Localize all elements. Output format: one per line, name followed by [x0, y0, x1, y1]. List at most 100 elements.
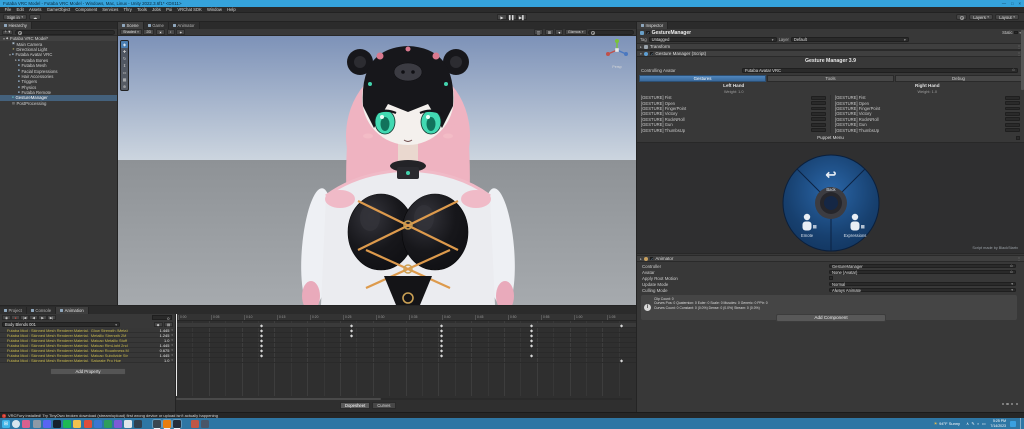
keyframe-diamond[interactable]: ◆	[440, 343, 443, 348]
object-picker-icon[interactable]: ⊙	[1012, 68, 1015, 72]
scene-search-input[interactable]	[588, 29, 634, 35]
toggle-dopesheet[interactable]: Dopesheet	[340, 402, 371, 409]
pinned-app-8-icon[interactable]	[93, 419, 102, 428]
keyframe-diamond[interactable]: ◆	[530, 353, 533, 358]
tab-game[interactable]: Game	[143, 22, 169, 29]
signin-button[interactable]: Sign in ▾	[3, 13, 28, 21]
chevron-down-icon[interactable]: ▾	[171, 333, 173, 337]
tray-pen-icon[interactable]: ✎	[971, 421, 974, 426]
toggle-curves[interactable]: Curves	[372, 402, 396, 409]
keyframe-diamond[interactable]: ◆	[260, 323, 263, 328]
running-app-blender-icon[interactable]	[162, 419, 171, 429]
chevron-down-icon[interactable]: ▾	[171, 348, 173, 352]
start[interactable]: ⊞	[2, 419, 10, 428]
keyframe-diamond[interactable]: ◆	[440, 328, 443, 333]
puppet-option-back[interactable]: Back	[826, 187, 836, 192]
cloud-button[interactable]: ☁	[29, 13, 42, 21]
gesture-edit-button[interactable]	[811, 101, 826, 105]
pinned-app-3-icon[interactable]	[42, 419, 51, 428]
pinned-app-11-icon[interactable]	[124, 419, 133, 428]
lighting-toggle-icon[interactable]: ☀	[155, 29, 166, 35]
property-row[interactable]: Futaba Mod : Skinned Mesh Renderer.Mater…	[0, 358, 175, 363]
tab-hierarchy[interactable]: Hierarchy	[0, 22, 32, 29]
search-icon[interactable]	[12, 419, 21, 428]
running-app-unity-icon[interactable]	[152, 419, 161, 429]
preview-button[interactable]: ◉	[2, 314, 11, 321]
toggle-2d[interactable]: 2D	[143, 29, 155, 35]
pinned-app-12-icon[interactable]	[134, 419, 143, 428]
keyframe-diamond[interactable]: ◆	[350, 328, 353, 333]
apply-root-motion-checkbox[interactable]	[829, 276, 833, 280]
menu-edit[interactable]: Edit	[14, 7, 26, 12]
keyframe-diamond[interactable]: ◆	[260, 338, 263, 343]
gizmos-dropdown[interactable]: Gizmos ▾	[564, 29, 587, 35]
animator-component-header[interactable]: ▸ ✓ Animator ⋮	[637, 255, 1024, 262]
rotate-tool[interactable]: ↻	[121, 55, 128, 62]
puppet-radial-menu[interactable]: ↩ Back Emote Expressions	[637, 143, 1024, 255]
keyframe-diamond[interactable]: ◆	[440, 348, 443, 353]
tag-dropdown[interactable]: Untagged ▾	[648, 37, 777, 42]
play-button[interactable]: ▶	[497, 13, 507, 21]
tab-animation[interactable]: Animation	[56, 307, 89, 314]
keyframe-diamond[interactable]: ◆	[530, 323, 533, 328]
transform-component-header[interactable]: ▸ Transform ⋮	[637, 43, 1024, 50]
gesture-edit-button[interactable]	[1005, 95, 1020, 100]
pinned-app-6-icon[interactable]	[73, 419, 82, 428]
pause-button[interactable]: ▌▌	[507, 13, 517, 21]
keyframe-diamond[interactable]: ◆	[440, 353, 443, 358]
gesture-edit-button[interactable]	[1005, 122, 1020, 127]
hierarchy-item-postprocessing[interactable]: ▥ PostProcessing	[0, 101, 117, 106]
frame-number-field[interactable]: 0	[152, 315, 172, 321]
shading-mode-dropdown[interactable]: Shaded ▾	[120, 29, 142, 35]
menu-component[interactable]: Component	[73, 7, 100, 12]
object-picker-icon[interactable]: ⊙	[1010, 264, 1013, 268]
component-enabled-checkbox[interactable]: ✓	[649, 256, 653, 261]
chevron-down-icon[interactable]: ▾	[1011, 282, 1013, 286]
chevron-down-icon[interactable]: ▾	[171, 328, 173, 332]
dopesheet-grid[interactable]: ◆ ◆ ◆ ◆ ◆ ◆ ◆ ◆ ◆ ◆ ◆ ◆ ◆ ◆ ◆ ◆ ◆ ◆ ◆ ◆ ◆ ◆ ◆ ◆ ◆	[176, 321, 636, 396]
foldout-icon[interactable]: ▸	[640, 45, 642, 49]
hierarchy-search-input[interactable]	[15, 29, 115, 35]
inspector-scrollbar[interactable]	[1021, 30, 1024, 90]
gm-tab-gestures[interactable]: Gestures	[639, 75, 766, 82]
gm-tab-debug[interactable]: Debug	[895, 75, 1022, 82]
notifications-icon[interactable]	[1010, 420, 1016, 427]
scene-viewport[interactable]: ◈ ✚ ↻ ⇕ ▭ ▦ ⊕ Persp	[118, 36, 636, 305]
pinned-app-1-icon[interactable]	[22, 419, 31, 428]
tab-project[interactable]: Project	[0, 307, 27, 314]
menu-jobs[interactable]: Jobs	[149, 7, 163, 12]
weather-widget[interactable]: ☀ 94°F Sunny	[934, 421, 961, 427]
layer-dropdown[interactable]: Default ▾	[790, 37, 909, 42]
chevron-down-icon[interactable]: ▾	[171, 353, 173, 357]
step-button[interactable]: ▶▌	[517, 13, 527, 21]
pinned-app-5-icon[interactable]	[63, 419, 72, 428]
menu-tools[interactable]: Tools	[134, 7, 149, 12]
create-object-button[interactable]: + ▾	[2, 29, 13, 35]
gesture-manager-component-header[interactable]: ▾ ✓ Gesture Manager (Script) ⋮	[637, 50, 1024, 57]
gameobject-name[interactable]: GestureManager	[652, 30, 691, 36]
extra-app-1-icon[interactable]	[191, 419, 200, 428]
add-property-button[interactable]: Add Property	[50, 368, 126, 375]
layers-dropdown[interactable]: Layers ▾	[969, 13, 994, 21]
gesture-edit-button[interactable]	[811, 95, 826, 100]
foldout-icon[interactable]: ▾	[640, 52, 642, 56]
show-desktop-button[interactable]	[1020, 418, 1022, 429]
puppet-menu-toggle[interactable]	[1016, 136, 1020, 140]
gesture-edit-button[interactable]	[1005, 111, 1020, 116]
minimize-button[interactable]: —	[1002, 1, 1006, 6]
kebab-menu-icon[interactable]: ⋮	[1017, 256, 1021, 261]
chevron-down-icon[interactable]: ▾	[171, 358, 173, 362]
transform-tool[interactable]: ▦	[121, 76, 128, 83]
menu-vrchat-sdk[interactable]: VRChat SDK	[175, 7, 205, 12]
taskbar-clock[interactable]: 5:25 PM 7/14/2023	[990, 419, 1006, 427]
menu-gameobject[interactable]: GameObject	[44, 7, 73, 12]
keyframe-diamond[interactable]: ◆	[440, 338, 443, 343]
gesture-edit-button[interactable]	[811, 122, 826, 127]
tab-scene[interactable]: Scene	[118, 22, 144, 29]
static-checkbox[interactable]	[1014, 30, 1018, 35]
menu-thry[interactable]: Thry	[121, 7, 135, 12]
keyframe-diamond[interactable]: ◆	[530, 328, 533, 333]
animator-controller-field[interactable]: GestureManager ⊙	[829, 264, 1016, 269]
keyframe-diamond[interactable]: ◆	[530, 343, 533, 348]
move-tool[interactable]: ✚	[121, 48, 128, 55]
